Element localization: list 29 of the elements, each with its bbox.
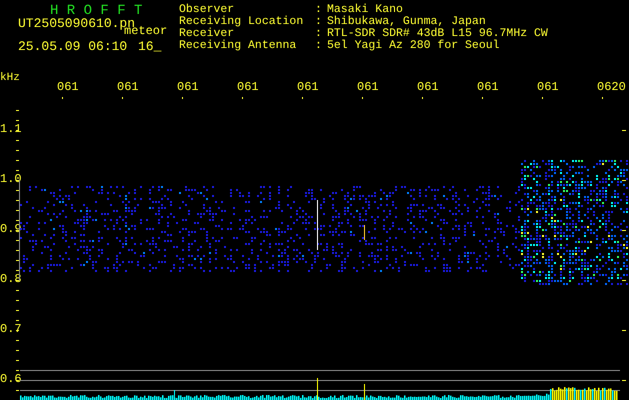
separator: : — [315, 28, 323, 40]
time-label: 061 — [57, 80, 79, 94]
time-label: 061 — [357, 80, 379, 94]
time-label: 061 — [297, 80, 319, 94]
counter: 16_ — [138, 39, 162, 55]
time-label: 061 — [417, 80, 439, 94]
info-label: Receiver — [179, 28, 234, 40]
info-label: Observer — [179, 4, 234, 16]
info-label: Receiving Antenna — [179, 40, 298, 52]
info-value: Masaki Kano — [327, 4, 403, 16]
separator: : — [315, 16, 323, 28]
frequency-label: 0.7 — [0, 322, 22, 336]
info-label: Receiving Location — [179, 16, 304, 28]
separator: : — [315, 40, 323, 52]
date-time: 25.05.09 06:10 — [18, 39, 128, 55]
app-title: H R O F F T — [50, 3, 142, 19]
time-label: 061 — [177, 80, 199, 94]
separator: : — [315, 4, 323, 16]
frequency-label: 1.1 — [0, 122, 22, 136]
time-label: 061 — [117, 80, 139, 94]
info-value: Shibukawa, Gunma, Japan — [327, 16, 486, 28]
frequency-label: 0.6 — [0, 372, 22, 386]
info-value: RTL-SDR SDR# 43dB L15 96.7MHz CW — [327, 28, 548, 40]
unit-label: kHz — [0, 72, 20, 84]
time-label: 061 — [537, 80, 559, 94]
time-label: 0620 — [597, 80, 626, 94]
time-label: 061 — [237, 80, 259, 94]
time-label: 061 — [477, 80, 499, 94]
info-value: 5el Yagi Az 280 for Seoul — [327, 40, 500, 52]
